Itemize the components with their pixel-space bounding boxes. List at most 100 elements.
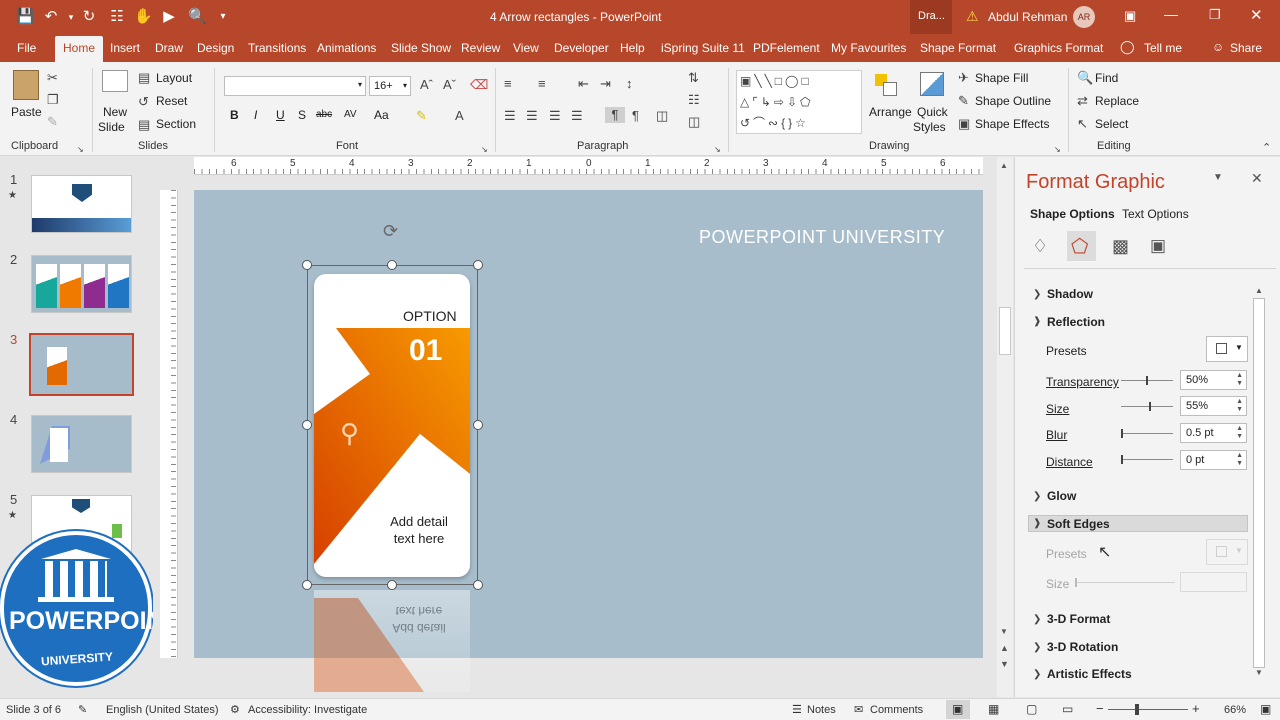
paragraph-launcher-icon[interactable]: ↘ xyxy=(714,142,721,158)
tab-view[interactable]: View xyxy=(513,41,539,55)
slide-thumbnail-3-selected[interactable] xyxy=(29,333,134,396)
new-slide-button[interactable]: New xyxy=(103,105,127,119)
tab-shape-options[interactable]: Shape Options xyxy=(1030,207,1115,221)
text-shadow-button[interactable]: S xyxy=(298,108,306,122)
tab-text-options[interactable]: Text Options xyxy=(1122,207,1189,221)
tab-developer[interactable]: Developer xyxy=(554,41,609,55)
collapse-ribbon-icon[interactable]: ⌃ xyxy=(1262,140,1271,156)
ribbon-display-icon[interactable]: ▣ xyxy=(1124,8,1136,24)
picture-icon[interactable]: ▣ xyxy=(1150,236,1166,256)
paste-button[interactable]: Paste xyxy=(11,105,42,119)
quick-styles-button[interactable]: Quick xyxy=(917,105,948,119)
tab-help[interactable]: Help xyxy=(620,41,645,55)
transparency-spinner[interactable]: 50% ▲ ▼ xyxy=(1180,370,1247,390)
tab-design[interactable]: Design xyxy=(197,41,234,55)
text-direction-icon[interactable]: ⇅ xyxy=(688,70,699,86)
scrollbar-thumb[interactable] xyxy=(999,307,1011,355)
arrange-icon[interactable] xyxy=(873,72,899,98)
decrease-font-icon[interactable]: Aˇ xyxy=(443,77,456,93)
bold-button[interactable]: B xyxy=(230,108,239,122)
font-name-input[interactable]: ▾ xyxy=(224,76,366,96)
zoom-in-icon[interactable]: + xyxy=(1192,701,1200,716)
columns-icon[interactable]: ◫ xyxy=(656,108,668,124)
restore-icon[interactable]: ❐ xyxy=(1209,7,1221,23)
close-pane-icon[interactable]: ✕ xyxy=(1251,170,1263,187)
pane-scrollbar[interactable]: ▲ ▼ xyxy=(1252,284,1266,680)
slide-counter[interactable]: Slide 3 of 6 xyxy=(6,704,61,716)
shape-fill-button[interactable]: Shape Fill xyxy=(975,71,1028,85)
tab-my-favourites[interactable]: My Favourites xyxy=(831,41,906,55)
tab-transitions[interactable]: Transitions xyxy=(248,41,306,55)
tab-file[interactable]: File xyxy=(17,41,36,55)
distance-slider[interactable] xyxy=(1121,455,1173,464)
tab-slide-show[interactable]: Slide Show xyxy=(391,41,451,55)
cut-icon[interactable]: ✂ xyxy=(47,70,58,86)
section-button[interactable]: Section xyxy=(156,117,196,131)
replace-button[interactable]: Replace xyxy=(1095,94,1139,108)
resize-handle[interactable] xyxy=(302,260,312,270)
tab-draw[interactable]: Draw xyxy=(155,41,183,55)
char-spacing-button[interactable]: AV xyxy=(344,109,357,120)
section-soft-edges[interactable]: Soft Edges xyxy=(1047,517,1110,531)
smartart-icon[interactable]: ◫ xyxy=(688,114,700,130)
prev-slide-icon[interactable]: ▲ xyxy=(1000,643,1009,653)
tab-animations[interactable]: Animations xyxy=(317,41,376,55)
reset-button[interactable]: Reset xyxy=(156,94,187,108)
increase-font-icon[interactable]: Aˆ xyxy=(420,77,433,93)
paste-icon[interactable] xyxy=(13,70,39,100)
new-slide-icon[interactable] xyxy=(102,70,128,92)
minimize-icon[interactable]: — xyxy=(1164,6,1178,22)
section-artistic-effects[interactable]: Artistic Effects xyxy=(1047,667,1132,681)
slide-thumbnail-2[interactable] xyxy=(31,255,132,313)
tab-insert[interactable]: Insert xyxy=(110,41,140,55)
tab-ispring[interactable]: iSpring Suite 11 xyxy=(661,41,745,55)
font-color-icon[interactable]: A xyxy=(455,108,464,124)
font-size-input[interactable]: 16+ ▾ xyxy=(369,76,411,96)
font-launcher-icon[interactable]: ↘ xyxy=(481,142,488,158)
section-shadow[interactable]: Shadow xyxy=(1047,287,1093,301)
tab-home[interactable]: Home xyxy=(55,36,104,62)
search-box[interactable]: Dra... xyxy=(910,0,952,34)
reflection-presets-dropdown[interactable]: ▼ xyxy=(1206,336,1248,362)
next-slide-icon[interactable]: ▼ xyxy=(1000,659,1009,669)
fill-line-icon[interactable]: ♢ xyxy=(1032,236,1048,257)
rotate-handle-icon[interactable]: ⟳ xyxy=(383,221,398,242)
format-painter-icon[interactable]: ☷ xyxy=(108,8,126,26)
shape-outline-button[interactable]: Shape Outline xyxy=(975,94,1051,108)
soft-edges-presets-dropdown[interactable]: ▼ xyxy=(1206,539,1248,565)
blur-spinner[interactable]: 0.5 pt ▲ ▼ xyxy=(1180,423,1247,443)
numbering-icon[interactable]: ≡ xyxy=(538,76,546,92)
increase-indent-icon[interactable]: ⇥ xyxy=(600,76,611,92)
layout-button[interactable]: Layout xyxy=(156,71,192,85)
notes-button[interactable]: Notes xyxy=(807,704,836,716)
pane-options-icon[interactable]: ▼ xyxy=(1213,172,1223,183)
section-reflection[interactable]: Reflection xyxy=(1047,315,1105,329)
slide-sorter-icon[interactable]: ▦ xyxy=(988,702,999,716)
zoom-level[interactable]: 66% xyxy=(1224,704,1246,716)
italic-button[interactable]: I xyxy=(254,108,257,122)
normal-view-button[interactable]: ▣ xyxy=(946,700,970,719)
tab-pdfelement[interactable]: PDFelement xyxy=(753,41,820,55)
avatar[interactable]: AR xyxy=(1073,6,1095,28)
distance-spinner[interactable]: 0 pt ▲ ▼ xyxy=(1180,450,1247,470)
pane-scrollbar-thumb[interactable] xyxy=(1253,298,1265,668)
resize-handle[interactable] xyxy=(473,420,483,430)
undo-dropdown-icon[interactable]: ▾ xyxy=(62,8,80,26)
resize-handle[interactable] xyxy=(387,260,397,270)
spell-check-icon[interactable]: ✎ xyxy=(78,703,87,716)
print-preview-icon[interactable]: 🔍 xyxy=(188,8,207,26)
resize-handle[interactable] xyxy=(302,420,312,430)
reading-view-icon[interactable]: ▢ xyxy=(1026,702,1037,716)
align-text-icon[interactable]: ☷ xyxy=(688,92,700,108)
resize-handle[interactable] xyxy=(473,580,483,590)
format-painter-icon[interactable]: ✎ xyxy=(47,114,58,130)
blur-slider[interactable] xyxy=(1121,429,1173,438)
quick-styles-icon[interactable] xyxy=(920,72,944,96)
resize-handle[interactable] xyxy=(387,580,397,590)
clear-formatting-icon[interactable]: ⌫ xyxy=(470,77,488,93)
shape-effects-button[interactable]: Shape Effects xyxy=(975,117,1050,131)
slideshow-view-icon[interactable]: ▭ xyxy=(1062,702,1073,716)
resize-handle[interactable] xyxy=(302,580,312,590)
tab-shape-format[interactable]: Shape Format xyxy=(920,41,996,55)
slideshow-icon[interactable]: ▶ xyxy=(160,8,178,26)
